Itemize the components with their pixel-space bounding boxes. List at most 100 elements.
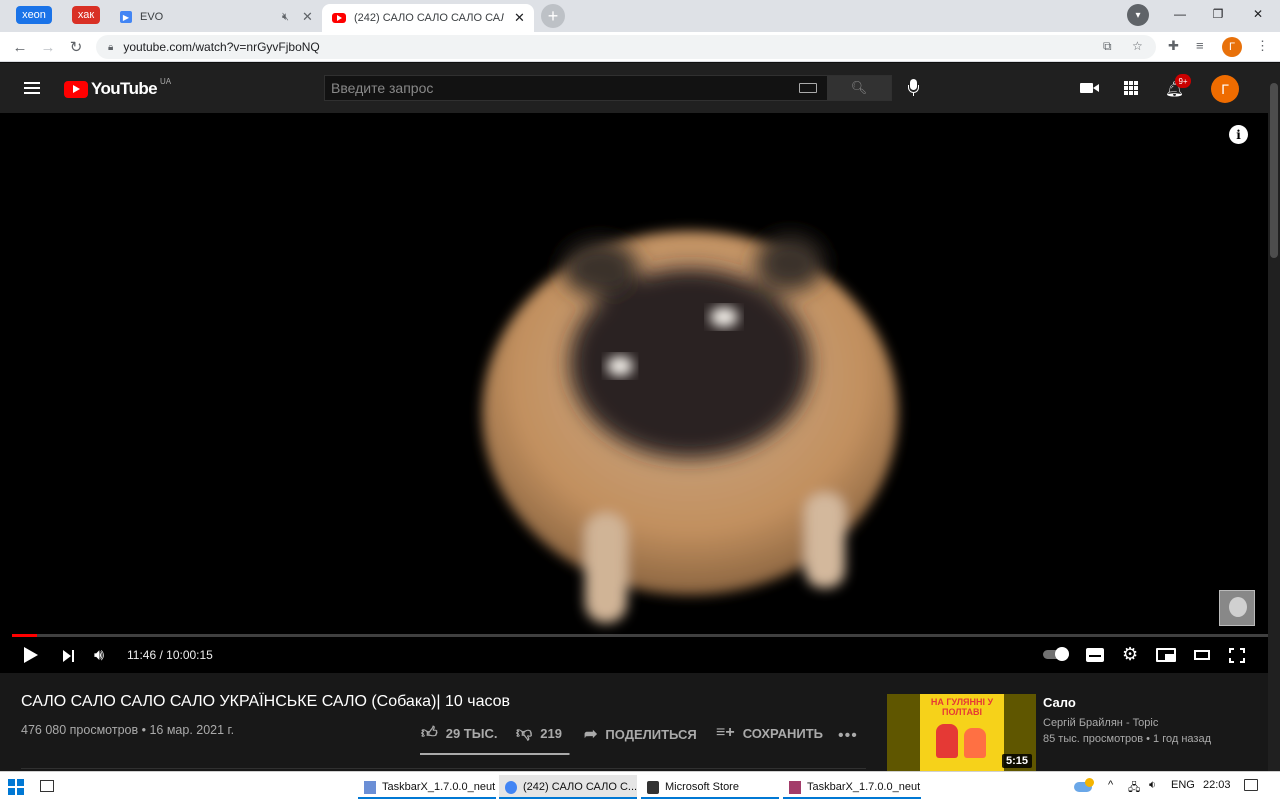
share-button[interactable]: ➦ ПОДЕЛИТЬСЯ (584, 724, 697, 744)
windows-start-icon[interactable] (8, 779, 24, 795)
progress-bar[interactable] (12, 634, 1268, 637)
settings-gear-icon[interactable]: ⚙ (1122, 644, 1138, 665)
page-scrollbar[interactable] (1268, 63, 1280, 771)
chrome-icon (505, 780, 517, 794)
search-icon: 🔍︎ (850, 80, 868, 95)
autoplay-toggle[interactable] (1043, 647, 1069, 661)
channel-watermark[interactable] (1219, 590, 1255, 626)
search-input[interactable] (325, 76, 799, 100)
save-button[interactable]: ≡+ СОХРАНИТЬ (716, 724, 823, 742)
recommended-channel[interactable]: Сергій Брайлян - Topic (1043, 717, 1158, 729)
search-box: 🔍︎ (324, 75, 892, 101)
language-indicator[interactable]: ENG (1171, 779, 1195, 791)
reload-icon[interactable]: ↻ (66, 37, 86, 57)
keyboard-icon[interactable] (799, 83, 817, 93)
video-meta: 476 080 просмотров • 16 мар. 2021 г. (21, 723, 235, 737)
video-app-icon: ▶ (120, 11, 132, 23)
chrome-profile-icon[interactable]: ▾ (1127, 4, 1149, 26)
youtube-header: YouTube UA 🔍︎ 🔔︎ (0, 63, 1280, 113)
thumbs-down-icon: 👎︎ (516, 725, 533, 742)
theater-mode-icon[interactable] (1194, 650, 1210, 660)
taskbar-item-store[interactable]: Microsoft Store (641, 775, 779, 799)
browser-toolbar: ← → ↻ 🔒︎ youtube.com/watch?v=nrGyvFjboNQ… (0, 32, 1280, 62)
thumbnail-text: НА ГУЛЯННІ У ПОЛТАВІ (930, 697, 994, 717)
next-video-icon[interactable] (63, 650, 71, 662)
media-queue-icon[interactable]: ≡ (1196, 38, 1204, 53)
tab-evo[interactable]: ▶ EVO 🔇︎ ✕ (112, 4, 320, 30)
chrome-profile-avatar[interactable]: Г (1222, 37, 1242, 57)
archive-icon (789, 780, 801, 794)
info-icon[interactable]: i (1229, 125, 1248, 144)
tab-group-hak[interactable]: хак (72, 6, 100, 24)
save-label: СОХРАНИТЬ (742, 725, 823, 741)
menu-hamburger-icon[interactable] (24, 82, 40, 94)
forward-arrow-icon[interactable]: → (38, 37, 58, 57)
notifications-icon[interactable] (1244, 779, 1258, 791)
search-button[interactable]: 🔍︎ (827, 76, 891, 100)
youtube-icon (332, 13, 346, 23)
lock-icon[interactable]: 🔒︎ (108, 42, 113, 53)
create-video-icon[interactable] (1080, 83, 1099, 93)
progress-played (12, 634, 37, 637)
divider (21, 768, 866, 769)
tab-group-xeon[interactable]: xeon (16, 6, 52, 24)
recommended-thumbnail[interactable]: НА ГУЛЯННІ У ПОЛТАВІ 5:15 (887, 694, 1036, 773)
miniplayer-icon[interactable] (1156, 648, 1176, 662)
like-button[interactable]: 👍︎ 29 ТЫС. (421, 724, 497, 743)
close-tab-icon[interactable]: ✕ (514, 10, 525, 26)
browser-tab-strip: xeon хак ▶ EVO 🔇︎ ✕ (242) САЛО САЛО САЛО… (0, 0, 1280, 32)
time-display: 11:46 / 10:00:15 (127, 648, 213, 662)
dislike-button[interactable]: 👎︎ 219 (516, 724, 562, 743)
microphone-icon[interactable] (906, 79, 920, 97)
video-player[interactable]: i 🔊︎ 11:46 / 10:00:15 ⚙ (0, 113, 1280, 673)
chrome-menu-icon[interactable]: ⋮ (1256, 38, 1269, 54)
video-frame-dog (482, 231, 898, 623)
address-bar[interactable]: 🔒︎ youtube.com/watch?v=nrGyvFjboNQ ⧉ ☆ (96, 35, 1156, 59)
close-tab-icon[interactable]: ✕ (302, 9, 313, 25)
share-arrow-icon: ➦ (584, 726, 598, 743)
network-icon[interactable]: 🖧︎ (1128, 779, 1140, 798)
apps-grid-icon[interactable] (1124, 81, 1138, 95)
share-label: ПОДЕЛИТЬСЯ (605, 726, 697, 742)
more-actions-button[interactable]: ••• (838, 727, 858, 745)
volume-icon[interactable]: 🔊︎ (94, 647, 104, 665)
notifications-badge: 9+ (1175, 74, 1191, 88)
file-icon (364, 780, 376, 794)
maximize-button[interactable]: ❐ (1198, 0, 1238, 28)
extensions-puzzle-icon[interactable]: ✚ (1168, 38, 1179, 54)
close-window-button[interactable]: ✕ (1238, 0, 1278, 28)
video-info-section: САЛО САЛО САЛО САЛО УКРАЇНСЬКЕ САЛО (Соб… (0, 673, 1280, 773)
tab-youtube-video[interactable]: (242) САЛО САЛО САЛО САЛО УКРАЇНСЬКЕ САЛ… (322, 4, 534, 32)
country-code: UA (160, 76, 172, 86)
video-duration: 5:15 (1001, 754, 1032, 768)
muted-speaker-icon[interactable]: 🔇︎ (282, 11, 289, 24)
dislike-count: 219 (540, 726, 562, 741)
volume-tray-icon[interactable]: 🔉︎ (1149, 779, 1156, 792)
user-avatar[interactable]: Г (1211, 75, 1239, 103)
minimize-button[interactable]: — (1160, 0, 1200, 28)
video-title: САЛО САЛО САЛО САЛО УКРАЇНСЬКЕ САЛО (Соб… (21, 693, 511, 710)
taskbar-item-file[interactable]: TaskbarX_1.7.0.0_neut... (358, 775, 496, 799)
youtube-logo[interactable]: YouTube UA (64, 76, 172, 99)
like-count: 29 ТЫС. (445, 726, 498, 741)
sentiment-bar (420, 753, 570, 755)
thumbs-up-icon: 👍︎ (421, 725, 438, 742)
play-icon[interactable] (24, 647, 38, 663)
add-to-playlist-icon: ≡+ (716, 724, 735, 741)
open-in-app-icon[interactable]: ⧉ (1103, 39, 1112, 54)
new-tab-button[interactable]: + (541, 4, 565, 28)
tray-chevron-icon[interactable]: ^ (1108, 779, 1113, 791)
taskbar-item-chrome[interactable]: (242) САЛО САЛО С... (499, 775, 637, 799)
recommended-title[interactable]: Сало (1043, 695, 1076, 710)
task-view-icon[interactable] (40, 780, 54, 792)
bookmark-star-icon[interactable]: ☆ (1132, 39, 1143, 53)
url-text: youtube.com/watch?v=nrGyvFjboNQ (123, 40, 320, 54)
taskbar-item-archive[interactable]: TaskbarX_1.7.0.0_neut... (783, 775, 921, 799)
weather-icon[interactable] (1074, 778, 1096, 792)
back-arrow-icon[interactable]: ← (10, 37, 30, 57)
clock[interactable]: 22:03 (1203, 779, 1231, 791)
fullscreen-icon[interactable] (1229, 648, 1245, 663)
subtitles-icon[interactable] (1086, 648, 1104, 662)
store-icon (647, 780, 659, 794)
youtube-wordmark: YouTube (91, 79, 158, 98)
